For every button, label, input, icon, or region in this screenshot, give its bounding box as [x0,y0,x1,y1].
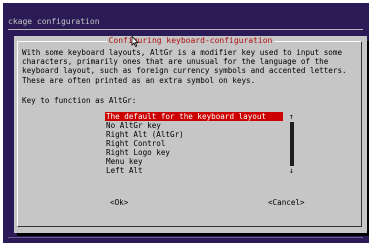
option-item[interactable]: No AltGr key [105,121,283,130]
option-item[interactable]: Right Alt (AltGr) [105,130,283,139]
mouse-cursor-icon [131,36,139,47]
bottom-rule [8,237,363,238]
dialog-message: With some keyboard layouts, AltGr is a m… [22,48,347,85]
config-dialog: Configuring keyboard-configuration With … [14,36,367,233]
dialog-title-bar: Configuring keyboard-configuration [14,36,367,46]
option-item[interactable]: Right Control [105,139,283,148]
backtitle-rule [8,29,363,30]
option-item[interactable]: Right Logo key [105,148,283,157]
scroll-down-icon[interactable]: ↓ [289,166,294,175]
ok-button[interactable]: <Ok> [110,198,128,207]
dialog-prompt: Key to function as AltGr: [22,96,137,105]
option-item[interactable]: The default for the keyboard layout [105,112,283,121]
altgr-options-list[interactable]: The default for the keyboard layout No A… [105,112,283,175]
cancel-button[interactable]: <Cancel> [268,198,305,207]
scroll-up-icon[interactable]: ↑ [289,112,294,121]
backtitle: ckage configuration [8,17,100,26]
terminal-window: ckage configuration Configuring keyboard… [3,3,369,243]
option-item[interactable]: Menu key [105,157,283,166]
scrollbar-thumb[interactable] [290,122,294,166]
option-item[interactable]: Left Alt [105,166,283,175]
dialog-shadow-right [367,41,369,236]
